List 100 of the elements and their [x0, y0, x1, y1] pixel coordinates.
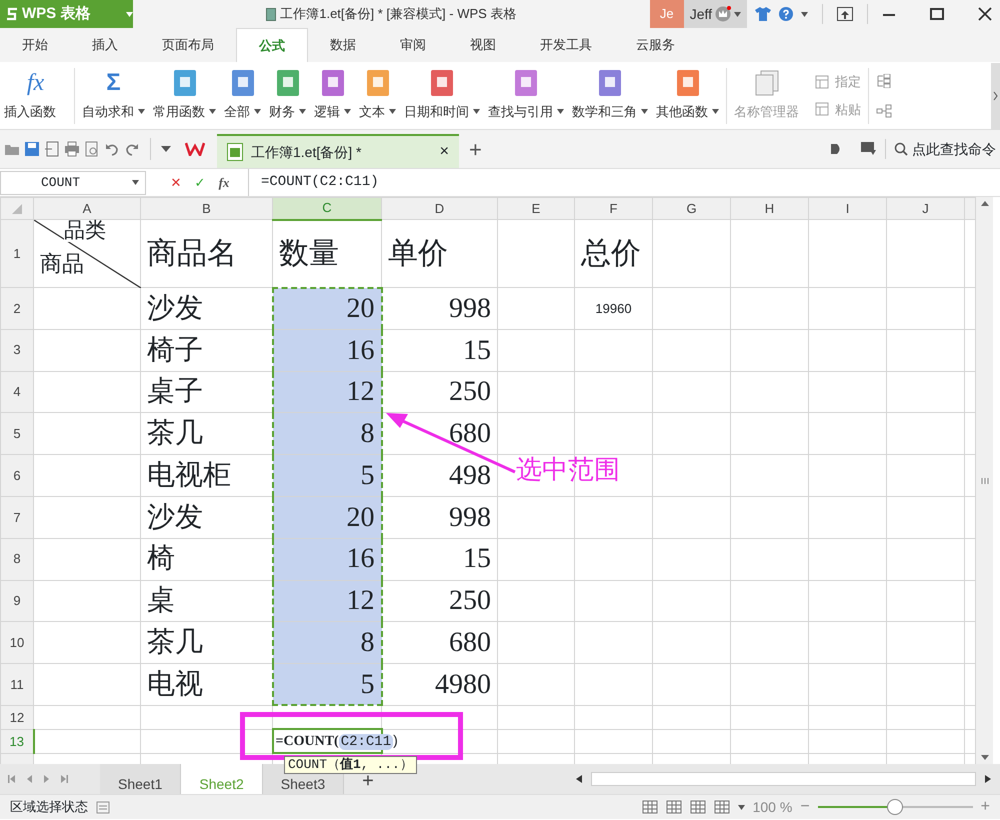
ribbon-button[interactable]: 全部	[220, 70, 265, 122]
ribbon-button[interactable]: 日期和时间	[400, 70, 484, 122]
ribbon-tab[interactable]: 云服务	[614, 28, 697, 62]
sheet-tab[interactable]: Sheet1	[100, 764, 182, 794]
cell-text: 商品	[40, 252, 84, 276]
column-header[interactable]: I	[808, 198, 886, 220]
ribbon-button[interactable]: Σ 自动求和	[78, 70, 149, 122]
document-icon	[266, 8, 276, 20]
column-header[interactable]: D	[382, 198, 498, 220]
column-header[interactable]: F	[574, 198, 652, 220]
zoom-slider-thumb[interactable]	[887, 799, 904, 815]
function-tooltip: COUNT（值1, ...）	[284, 756, 417, 774]
row-header[interactable]: 11	[0, 664, 34, 706]
ribbon-button[interactable]: 查找与引用	[484, 70, 568, 122]
insert-function-button[interactable]: fx	[212, 172, 236, 192]
name-box[interactable]: COUNT	[0, 170, 146, 194]
row-header[interactable]: 3	[0, 329, 34, 372]
row-header[interactable]: 7	[0, 496, 34, 538]
diagram-icon[interactable]	[876, 104, 892, 118]
save-icon[interactable]	[24, 141, 40, 157]
close-tab-button[interactable]: ×	[440, 140, 449, 164]
window-title: 工作簿1.et[备份] * [兼容模式] - WPS 表格	[280, 5, 516, 24]
table-cell: 5	[272, 454, 382, 496]
column-header[interactable]: J	[886, 198, 964, 220]
ribbon-button[interactable]: 财务	[265, 70, 310, 122]
ribbon-tab[interactable]: 开发工具	[518, 28, 614, 62]
command-search[interactable]: 点此查找命令	[894, 138, 1000, 160]
row-header[interactable]: 9	[0, 580, 34, 622]
column-header[interactable]: H	[730, 198, 808, 220]
notes-icon[interactable]	[96, 800, 110, 814]
ribbon-tab[interactable]: 开始	[0, 28, 70, 62]
formula-field[interactable]: =COUNT(C2:C11)	[248, 169, 1000, 196]
scroll-left-icon[interactable]	[575, 774, 583, 784]
column-header[interactable]: E	[498, 198, 574, 220]
table-cell: 12	[272, 580, 382, 622]
tree-icon[interactable]	[876, 74, 892, 88]
new-tab-button[interactable]: +	[469, 132, 482, 166]
crown-icon[interactable]	[715, 6, 731, 22]
ribbon-button[interactable]: fx 插入函数	[0, 70, 71, 122]
upload-icon[interactable]	[837, 7, 853, 21]
documents-icon	[754, 70, 778, 96]
row-header[interactable]: 4	[0, 371, 34, 413]
table-cell: 5	[272, 664, 382, 706]
column-header[interactable]: A	[34, 198, 140, 220]
table-cell: 8	[272, 622, 382, 664]
table-cell: 商品名	[140, 220, 272, 288]
scroll-right-icon[interactable]	[984, 774, 992, 784]
help-icon[interactable]	[779, 7, 793, 21]
export-icon[interactable]	[44, 141, 60, 157]
formula-editor[interactable]: =COUNT(C2:C11)	[276, 731, 398, 752]
ribbon-button[interactable]: 其他函数	[652, 70, 723, 122]
ribbon-button[interactable]: 文本	[355, 70, 400, 122]
page-break-icon[interactable]	[690, 800, 706, 814]
row-header[interactable]: 10	[0, 622, 34, 664]
normal-view-icon[interactable]	[642, 800, 658, 814]
ribbon-tab[interactable]: 审阅	[378, 28, 448, 62]
undo-icon[interactable]	[104, 141, 120, 157]
annotation-text: 选中范围	[516, 453, 620, 486]
cancel-button[interactable]: ✕	[164, 172, 188, 192]
close-icon[interactable]	[978, 7, 992, 21]
table-cell: 15	[382, 538, 498, 580]
print-icon[interactable]	[64, 141, 80, 157]
page-view-icon[interactable]	[666, 800, 682, 814]
row-header[interactable]: 6	[0, 454, 34, 496]
table-cell: 250	[382, 371, 498, 413]
ribbon-button[interactable]: 数学和三角	[568, 70, 652, 122]
spreadsheet-icon	[227, 143, 243, 161]
row-header[interactable]: 1	[0, 220, 34, 288]
comment-icon[interactable]	[861, 142, 877, 156]
last-sheet-icon[interactable]	[59, 774, 68, 784]
preview-icon[interactable]	[84, 141, 100, 157]
prev-sheet-icon[interactable]	[25, 774, 34, 784]
ribbon-tab[interactable]: 数据	[308, 28, 378, 62]
ribbon-tab[interactable]: 公式	[236, 28, 308, 62]
table-cell: 12	[272, 371, 382, 413]
row-header[interactable]: 2	[0, 288, 34, 330]
horizontal-scrollbar[interactable]	[591, 772, 976, 786]
ribbon-tab[interactable]: 插入	[70, 28, 140, 62]
next-sheet-icon[interactable]	[42, 774, 51, 784]
maximize-icon[interactable]	[930, 7, 944, 21]
column-header[interactable]: G	[652, 198, 730, 220]
logo-icon	[6, 7, 18, 21]
first-sheet-icon[interactable]	[8, 774, 17, 784]
ribbon-tab[interactable]: 页面布局	[140, 28, 236, 62]
reading-icon[interactable]	[714, 800, 730, 814]
column-header[interactable]: B	[140, 198, 272, 220]
shirt-icon[interactable]	[755, 7, 771, 21]
logo-icon[interactable]	[185, 142, 205, 156]
table-cell: 总价	[574, 220, 652, 288]
row-header[interactable]: 13	[0, 729, 34, 754]
ribbon-tab[interactable]: 视图	[448, 28, 518, 62]
row-header[interactable]: 5	[0, 412, 34, 455]
row-header[interactable]: 8	[0, 538, 34, 580]
ribbon-button[interactable]: 逻辑	[310, 70, 355, 122]
dropdown-icon[interactable]	[161, 146, 171, 152]
row-header[interactable]: 12	[0, 705, 34, 730]
caret-icon	[734, 12, 741, 16]
ribbon-button[interactable]: 常用函数	[149, 70, 220, 122]
document-tab[interactable]: 工作簿1.et[备份] * ×	[217, 134, 459, 168]
scroll-thumb-icon[interactable]	[978, 476, 991, 486]
